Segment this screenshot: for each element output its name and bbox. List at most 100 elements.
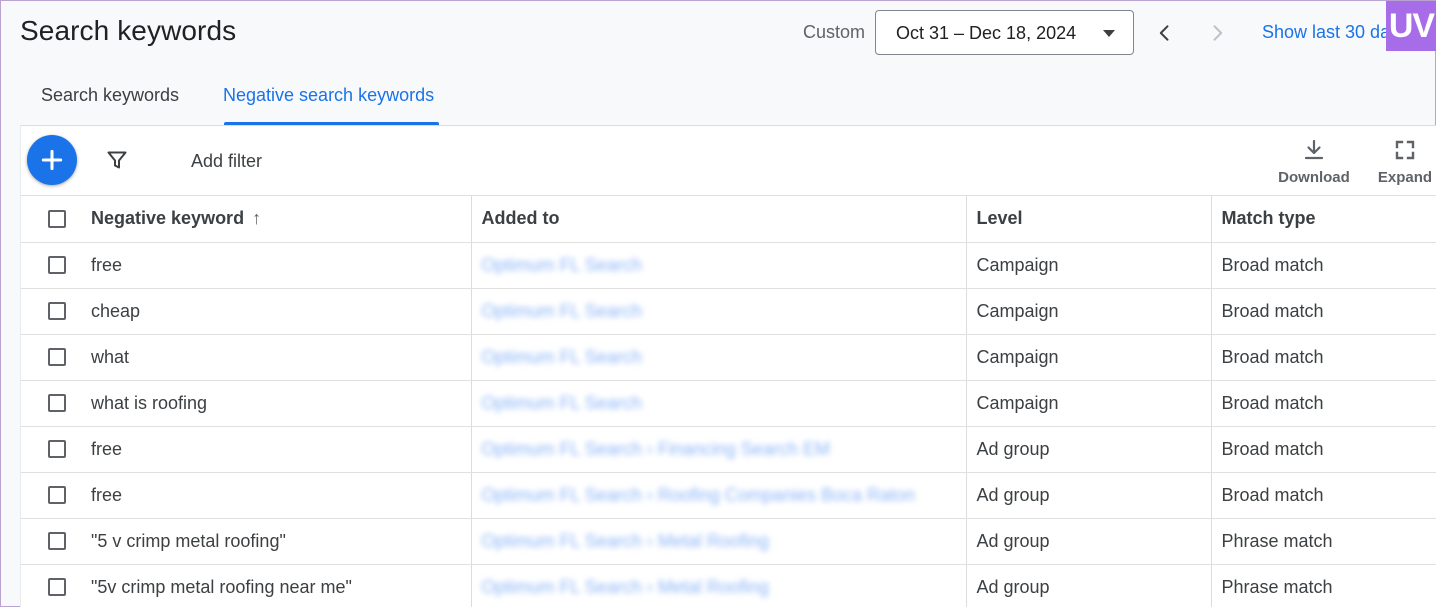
table-row: cheap Optimum FL Search Campaign Broad m… xyxy=(21,288,1436,335)
chevron-right-icon xyxy=(1213,25,1223,41)
added-to-cell: Optimum FL Search › Metal Roofing xyxy=(470,518,966,565)
added-to-cell: Optimum FL Search xyxy=(470,380,966,427)
column-header-match-type[interactable]: Match type xyxy=(1210,196,1436,243)
next-period-button[interactable] xyxy=(1203,16,1231,50)
match-type-cell: Broad match xyxy=(1210,288,1436,335)
row-select-cell xyxy=(21,288,81,335)
level-cell: Campaign xyxy=(965,380,1211,427)
row-select-cell xyxy=(21,380,81,427)
level-cell: Campaign xyxy=(965,334,1211,381)
select-all-checkbox[interactable] xyxy=(48,209,66,228)
added-to-cell: Optimum FL Search xyxy=(470,242,966,289)
row-select-cell xyxy=(21,426,81,473)
row-select-cell xyxy=(21,242,81,289)
date-range-value: Oct 31 – Dec 18, 2024 xyxy=(896,23,1077,43)
row-select-cell xyxy=(21,472,81,519)
row-select-cell xyxy=(21,564,81,607)
level-cell: Campaign xyxy=(965,288,1211,335)
filter-icon[interactable] xyxy=(105,148,129,172)
table-toolbar: Add filter Download Expand xyxy=(21,126,1436,196)
match-type-cell: Broad match xyxy=(1210,242,1436,289)
chevron-left-icon xyxy=(1159,25,1169,41)
table-row: free Optimum FL Search › Roofing Compani… xyxy=(21,472,1436,519)
row-checkbox[interactable] xyxy=(48,348,66,366)
row-checkbox[interactable] xyxy=(48,394,66,412)
keyword-cell: what xyxy=(81,334,471,381)
level-cell: Ad group xyxy=(965,564,1211,607)
match-type-cell: Broad match xyxy=(1210,472,1436,519)
tab-search-keywords[interactable]: Search keywords xyxy=(41,85,179,106)
row-checkbox[interactable] xyxy=(48,532,66,550)
keyword-cell: free xyxy=(81,426,471,473)
download-icon xyxy=(1304,139,1324,160)
row-checkbox[interactable] xyxy=(48,578,66,596)
expand-button[interactable]: Expand xyxy=(1373,138,1436,186)
table-row: "5 v crimp metal roofing" Optimum FL Sea… xyxy=(21,518,1436,565)
level-cell: Ad group xyxy=(965,472,1211,519)
added-to-cell: Optimum FL Search › Metal Roofing xyxy=(470,564,966,607)
download-label: Download xyxy=(1278,169,1350,186)
expand-label: Expand xyxy=(1377,169,1433,186)
keyword-cell: "5 v crimp metal roofing" xyxy=(81,518,471,565)
added-to-link[interactable]: Optimum FL Search xyxy=(482,347,642,367)
download-button[interactable]: Download xyxy=(1277,138,1351,186)
table-row: what Optimum FL Search Campaign Broad ma… xyxy=(21,334,1436,381)
tab-bar: Search keywords Negative search keywords xyxy=(1,65,1436,125)
added-to-cell: Optimum FL Search › Financing Search EM xyxy=(470,426,966,473)
column-header-label: Negative keyword xyxy=(91,208,245,229)
column-header-negative-keyword[interactable]: Negative keyword ↑ xyxy=(81,196,471,243)
match-type-cell: Broad match xyxy=(1210,426,1436,473)
added-to-link[interactable]: Optimum FL Search xyxy=(482,393,642,413)
tab-negative-search-keywords[interactable]: Negative search keywords xyxy=(223,85,434,106)
table-row: "5v crimp metal roofing near me" Optimum… xyxy=(21,564,1436,607)
uv-logo: UV xyxy=(1386,1,1436,51)
table-row: free Optimum FL Search Campaign Broad ma… xyxy=(21,242,1436,289)
page-title: Search keywords xyxy=(20,15,237,46)
keyword-cell: free xyxy=(81,242,471,289)
add-negative-keyword-button[interactable] xyxy=(27,135,77,185)
top-bar: Search keywords Custom Oct 31 – Dec 18, … xyxy=(1,1,1436,65)
match-type-cell: Broad match xyxy=(1210,334,1436,381)
negative-keywords-table: Negative keyword ↑ Added to Level Match t… xyxy=(21,196,1436,607)
negative-keywords-table-card: Add filter Download Expand Negative keyw… xyxy=(20,125,1436,607)
row-select-cell xyxy=(21,334,81,381)
table-row: free Optimum FL Search › Financing Searc… xyxy=(21,426,1436,473)
keyword-cell: "5v crimp metal roofing near me" xyxy=(81,564,471,607)
date-range-picker[interactable]: Oct 31 – Dec 18, 2024 xyxy=(875,10,1134,55)
table-row: what is roofing Optimum FL Search Campai… xyxy=(21,380,1436,427)
match-type-cell: Broad match xyxy=(1210,380,1436,427)
added-to-link[interactable]: Optimum FL Search › Financing Search EM xyxy=(482,439,830,459)
sort-ascending-icon: ↑ xyxy=(252,208,262,229)
added-to-link[interactable]: Optimum FL Search › Roofing Companies Bo… xyxy=(482,485,916,505)
keyword-cell: cheap xyxy=(81,288,471,335)
match-type-cell: Phrase match xyxy=(1210,564,1436,607)
caret-down-icon xyxy=(1103,30,1115,37)
table-header-row: Negative keyword ↑ Added to Level Match t… xyxy=(21,196,1436,243)
added-to-link[interactable]: Optimum FL Search › Metal Roofing xyxy=(482,577,769,597)
added-to-link[interactable]: Optimum FL Search › Metal Roofing xyxy=(482,531,769,551)
row-checkbox[interactable] xyxy=(48,256,66,274)
added-to-link[interactable]: Optimum FL Search xyxy=(482,255,642,275)
row-select-cell xyxy=(21,518,81,565)
row-checkbox[interactable] xyxy=(48,440,66,458)
match-type-cell: Phrase match xyxy=(1210,518,1436,565)
row-checkbox[interactable] xyxy=(48,486,66,504)
keyword-cell: what is roofing xyxy=(81,380,471,427)
keyword-cell: free xyxy=(81,472,471,519)
added-to-cell: Optimum FL Search › Roofing Companies Bo… xyxy=(470,472,966,519)
level-cell: Ad group xyxy=(965,518,1211,565)
previous-period-button[interactable] xyxy=(1151,16,1179,50)
date-range-type-label: Custom xyxy=(803,22,866,42)
level-cell: Ad group xyxy=(965,426,1211,473)
added-to-cell: Optimum FL Search xyxy=(470,334,966,381)
plus-icon xyxy=(41,149,63,171)
added-to-cell: Optimum FL Search xyxy=(470,288,966,335)
show-last-30-days-link[interactable]: Show last 30 da xyxy=(1262,22,1390,43)
added-to-link[interactable]: Optimum FL Search xyxy=(482,301,642,321)
add-filter-button[interactable]: Add filter xyxy=(191,151,262,172)
select-all-cell xyxy=(21,196,81,243)
column-header-level[interactable]: Level xyxy=(965,196,1211,243)
level-cell: Campaign xyxy=(965,242,1211,289)
column-header-added-to[interactable]: Added to xyxy=(470,196,966,243)
row-checkbox[interactable] xyxy=(48,302,66,320)
